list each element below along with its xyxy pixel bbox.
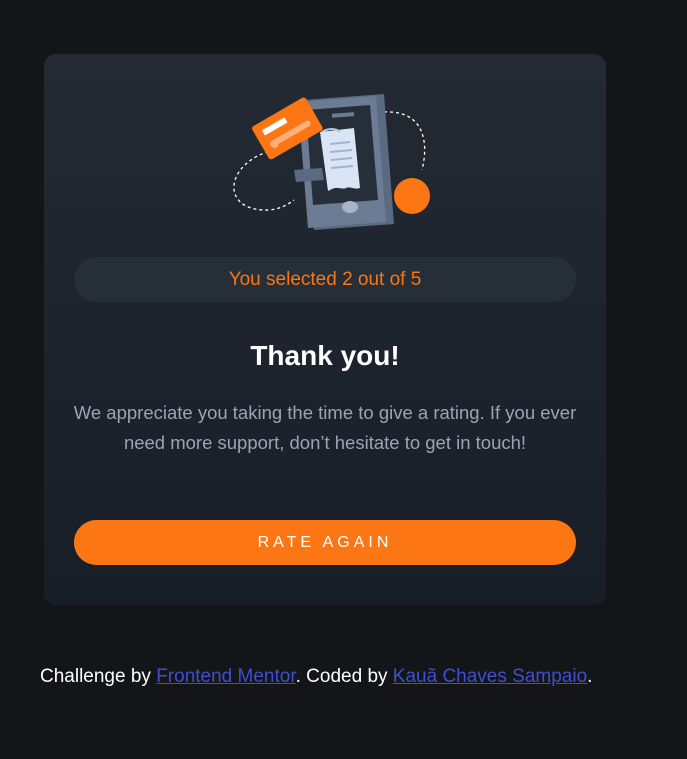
rating-result-badge: You selected 2 out of 5	[74, 257, 576, 302]
attribution-suffix: .	[587, 666, 593, 687]
thank-you-card: You selected 2 out of 5 Thank you! We ap…	[44, 54, 606, 605]
attribution-middle: . Coded by	[295, 666, 393, 687]
thank-you-description: We appreciate you taking the time to giv…	[73, 402, 577, 453]
rate-again-button[interactable]: RATE AGAIN	[74, 520, 576, 565]
frontend-mentor-link[interactable]: Frontend Mentor	[156, 666, 295, 687]
attribution: Challenge by Frontend Mentor. Coded by K…	[40, 666, 592, 688]
page-title: Thank you!	[250, 340, 400, 371]
author-link[interactable]: Kauã Chaves Sampaio	[393, 666, 587, 687]
attribution-prefix: Challenge by	[40, 666, 157, 687]
phone-receipt-card-illustration-icon	[233, 94, 430, 230]
